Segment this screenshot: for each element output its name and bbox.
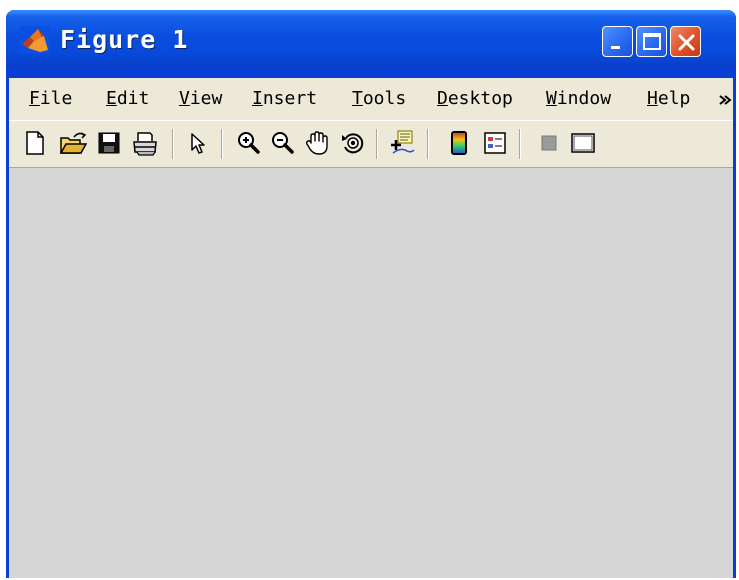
maximize-button[interactable]: [636, 26, 667, 57]
minimize-icon: [611, 46, 620, 49]
hide-plot-tools-icon[interactable]: [535, 129, 563, 157]
menu-desktop[interactable]: Desktop: [437, 88, 513, 109]
toolbar-separator: [427, 129, 429, 159]
minimize-button[interactable]: [602, 26, 633, 57]
data-cursor-icon[interactable]: [387, 129, 415, 157]
menu-window[interactable]: Window: [546, 88, 611, 109]
matlab-logo-icon: [20, 26, 50, 54]
menu-insert[interactable]: Insert: [252, 88, 317, 109]
menu-tools[interactable]: Tools: [352, 88, 406, 109]
figure-toolbar: [9, 121, 733, 168]
rotate-3d-icon[interactable]: [339, 129, 367, 157]
menu-help[interactable]: Help: [647, 88, 690, 109]
figure-window: Figure 1 File Edit View Insert Tools Des…: [6, 10, 736, 578]
edit-plot-arrow-icon[interactable]: [183, 129, 211, 157]
open-file-icon[interactable]: [59, 129, 87, 157]
menu-edit[interactable]: Edit: [106, 88, 149, 109]
close-icon: [678, 34, 695, 51]
print-figure-icon[interactable]: [131, 129, 159, 157]
menu-bar: File Edit View Insert Tools Desktop Wind…: [9, 78, 733, 121]
close-button[interactable]: [670, 26, 701, 57]
chevron-double-right-icon[interactable]: [718, 93, 732, 107]
maximize-icon: [643, 33, 661, 50]
menu-view[interactable]: View: [179, 88, 222, 109]
title-bar[interactable]: Figure 1: [6, 10, 736, 68]
pan-hand-icon[interactable]: [303, 129, 331, 157]
new-figure-icon[interactable]: [21, 129, 49, 157]
toolbar-separator: [221, 129, 223, 159]
zoom-out-icon[interactable]: [269, 129, 297, 157]
insert-legend-icon[interactable]: [481, 129, 509, 157]
window-title: Figure 1: [60, 25, 189, 54]
toolbar-separator: [172, 129, 174, 159]
figure-canvas[interactable]: [9, 168, 733, 578]
save-figure-icon[interactable]: [95, 129, 123, 157]
show-plot-tools-icon[interactable]: [569, 129, 597, 157]
toolbar-separator: [519, 129, 521, 159]
toolbar-separator: [376, 129, 378, 159]
insert-colorbar-icon[interactable]: [445, 129, 473, 157]
zoom-in-icon[interactable]: [235, 129, 263, 157]
menu-file[interactable]: File: [29, 88, 72, 109]
